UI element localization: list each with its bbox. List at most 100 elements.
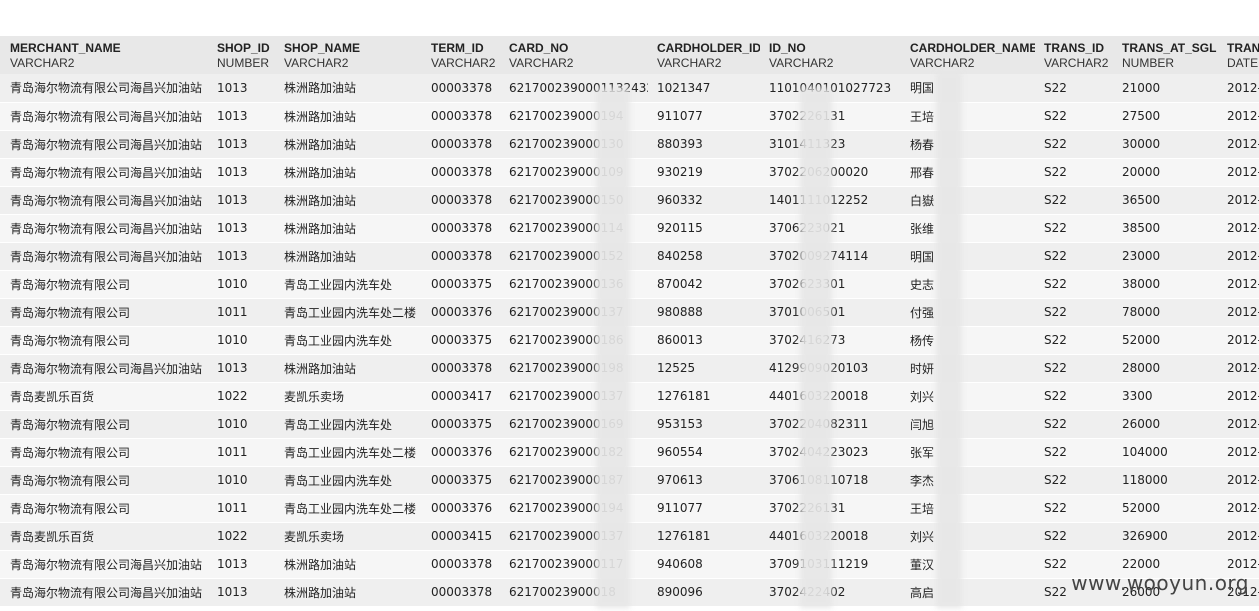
table-cell[interactable]: 911077 xyxy=(648,102,760,131)
table-cell[interactable]: 青岛海尔物流有限公司海昌兴加油站 xyxy=(0,354,208,383)
table-cell[interactable]: 2012- xyxy=(1218,298,1259,327)
table-cell[interactable]: 00003378 xyxy=(422,130,500,159)
table-cell[interactable]: 1013 xyxy=(208,186,275,215)
table-cell[interactable]: S22 xyxy=(1035,158,1113,187)
table-cell[interactable]: 28000 xyxy=(1113,354,1218,383)
table-cell[interactable]: 2012- xyxy=(1218,158,1259,187)
table-cell[interactable]: 00003378 xyxy=(422,242,500,271)
table-cell[interactable]: 1011 xyxy=(208,438,275,467)
table-cell[interactable]: S22 xyxy=(1035,410,1113,439)
table-cell[interactable]: 00003375 xyxy=(422,410,500,439)
table-cell[interactable]: 78000 xyxy=(1113,298,1218,327)
table-cell[interactable]: 株洲路加油站 xyxy=(275,578,422,607)
table-cell[interactable]: 付强 xyxy=(901,298,1035,327)
table-cell[interactable]: S22 xyxy=(1035,494,1113,523)
table-cell[interactable]: 104000 xyxy=(1113,438,1218,467)
table-cell[interactable]: 00003375 xyxy=(422,270,500,299)
table-cell[interactable]: 12525 xyxy=(648,354,760,383)
table-cell[interactable]: 高启 xyxy=(901,578,1035,607)
table-cell[interactable]: 1013 xyxy=(208,158,275,187)
table-cell[interactable]: 20000 xyxy=(1113,158,1218,187)
table-cell[interactable]: 960332 xyxy=(648,186,760,215)
table-cell[interactable]: 杨传 xyxy=(901,326,1035,355)
table-cell[interactable]: 株洲路加油站 xyxy=(275,186,422,215)
table-cell[interactable]: 2012- xyxy=(1218,74,1259,103)
table-cell[interactable]: 00003376 xyxy=(422,438,500,467)
table-cell[interactable]: 38000 xyxy=(1113,270,1218,299)
table-cell[interactable]: 52000 xyxy=(1113,494,1218,523)
table-cell[interactable]: S22 xyxy=(1035,270,1113,299)
table-cell[interactable]: 890096 xyxy=(648,578,760,607)
table-cell[interactable]: 株洲路加油站 xyxy=(275,214,422,243)
column-header-trans-id[interactable]: TRANS_ID VARCHAR2 xyxy=(1035,36,1113,74)
table-cell[interactable]: 00003417 xyxy=(422,382,500,411)
table-cell[interactable]: 刘兴 xyxy=(901,382,1035,411)
table-cell[interactable]: 36500 xyxy=(1113,186,1218,215)
table-cell[interactable]: 1011 xyxy=(208,494,275,523)
table-cell[interactable]: 1013 xyxy=(208,102,275,131)
table-cell[interactable]: 1022 xyxy=(208,382,275,411)
column-header-trans-at-sgl[interactable]: TRANS_AT_SGL NUMBER xyxy=(1113,36,1218,74)
table-cell[interactable]: 1010 xyxy=(208,410,275,439)
table-cell[interactable]: 青岛海尔物流有限公司海昌兴加油站 xyxy=(0,578,208,607)
table-cell[interactable]: 1010 xyxy=(208,466,275,495)
table-cell[interactable]: 23000 xyxy=(1113,242,1218,271)
table-cell[interactable]: 00003378 xyxy=(422,578,500,607)
column-header-tran[interactable]: TRAN DATE xyxy=(1218,36,1259,74)
table-cell[interactable]: 刘兴 xyxy=(901,522,1035,551)
table-cell[interactable]: 2012- xyxy=(1218,186,1259,215)
table-cell[interactable]: 青岛海尔物流有限公司海昌兴加油站 xyxy=(0,74,208,103)
table-cell[interactable]: 00003378 xyxy=(422,214,500,243)
table-cell[interactable]: S22 xyxy=(1035,522,1113,551)
table-cell[interactable]: S22 xyxy=(1035,74,1113,103)
table-cell[interactable]: 21000 xyxy=(1113,74,1218,103)
table-cell[interactable]: 2012- xyxy=(1218,438,1259,467)
table-cell[interactable]: 960554 xyxy=(648,438,760,467)
table-cell[interactable]: 青岛工业园内洗车处 xyxy=(275,466,422,495)
table-cell[interactable]: 青岛海尔物流有限公司海昌兴加油站 xyxy=(0,550,208,579)
column-header-merchant-name[interactable]: MERCHANT_NAME VARCHAR2 xyxy=(0,36,208,74)
table-cell[interactable]: 青岛麦凯乐百货 xyxy=(0,522,208,551)
table-cell[interactable]: 青岛工业园内洗车处二楼 xyxy=(275,494,422,523)
table-cell[interactable]: 953153 xyxy=(648,410,760,439)
table-cell[interactable]: 911077 xyxy=(648,494,760,523)
table-cell[interactable]: 970613 xyxy=(648,466,760,495)
table-cell[interactable]: 1013 xyxy=(208,242,275,271)
table-cell[interactable]: 00003415 xyxy=(422,522,500,551)
table-cell[interactable]: S22 xyxy=(1035,382,1113,411)
table-cell[interactable]: 326900 xyxy=(1113,522,1218,551)
table-cell[interactable]: S22 xyxy=(1035,354,1113,383)
table-cell[interactable]: 870042 xyxy=(648,270,760,299)
table-cell[interactable]: 闫旭 xyxy=(901,410,1035,439)
table-cell[interactable]: 青岛工业园内洗车处二楼 xyxy=(275,438,422,467)
table-cell[interactable]: 1010 xyxy=(208,270,275,299)
table-cell[interactable]: 2012- xyxy=(1218,410,1259,439)
column-header-cardholder-id[interactable]: CARDHOLDER_ID VARCHAR2 xyxy=(648,36,760,74)
table-cell[interactable]: 杨春 xyxy=(901,130,1035,159)
table-cell[interactable]: 920115 xyxy=(648,214,760,243)
table-cell[interactable]: S22 xyxy=(1035,466,1113,495)
table-cell[interactable]: 株洲路加油站 xyxy=(275,242,422,271)
table-cell[interactable]: 青岛海尔物流有限公司 xyxy=(0,438,208,467)
table-cell[interactable]: 王培 xyxy=(901,494,1035,523)
table-cell[interactable]: 青岛工业园内洗车处 xyxy=(275,326,422,355)
table-cell[interactable]: 930219 xyxy=(648,158,760,187)
table-cell[interactable]: 26000 xyxy=(1113,410,1218,439)
table-cell[interactable]: 明国 xyxy=(901,74,1035,103)
table-cell[interactable]: 00003378 xyxy=(422,158,500,187)
table-cell[interactable]: 青岛海尔物流有限公司海昌兴加油站 xyxy=(0,242,208,271)
table-cell[interactable]: 青岛海尔物流有限公司 xyxy=(0,270,208,299)
table-cell[interactable]: S22 xyxy=(1035,438,1113,467)
table-cell[interactable]: 1276181 xyxy=(648,522,760,551)
column-header-id-no[interactable]: ID_NO VARCHAR2 xyxy=(760,36,901,74)
table-cell[interactable]: S22 xyxy=(1035,214,1113,243)
table-cell[interactable]: 00003378 xyxy=(422,74,500,103)
table-cell[interactable]: 麦凯乐卖场 xyxy=(275,382,422,411)
table-cell[interactable]: 王培 xyxy=(901,102,1035,131)
table-cell[interactable]: 1021347 xyxy=(648,74,760,103)
table-cell[interactable]: 2012- xyxy=(1218,326,1259,355)
table-cell[interactable]: 株洲路加油站 xyxy=(275,550,422,579)
table-cell[interactable]: S22 xyxy=(1035,102,1113,131)
table-cell[interactable]: 30000 xyxy=(1113,130,1218,159)
table-cell[interactable]: 00003376 xyxy=(422,494,500,523)
